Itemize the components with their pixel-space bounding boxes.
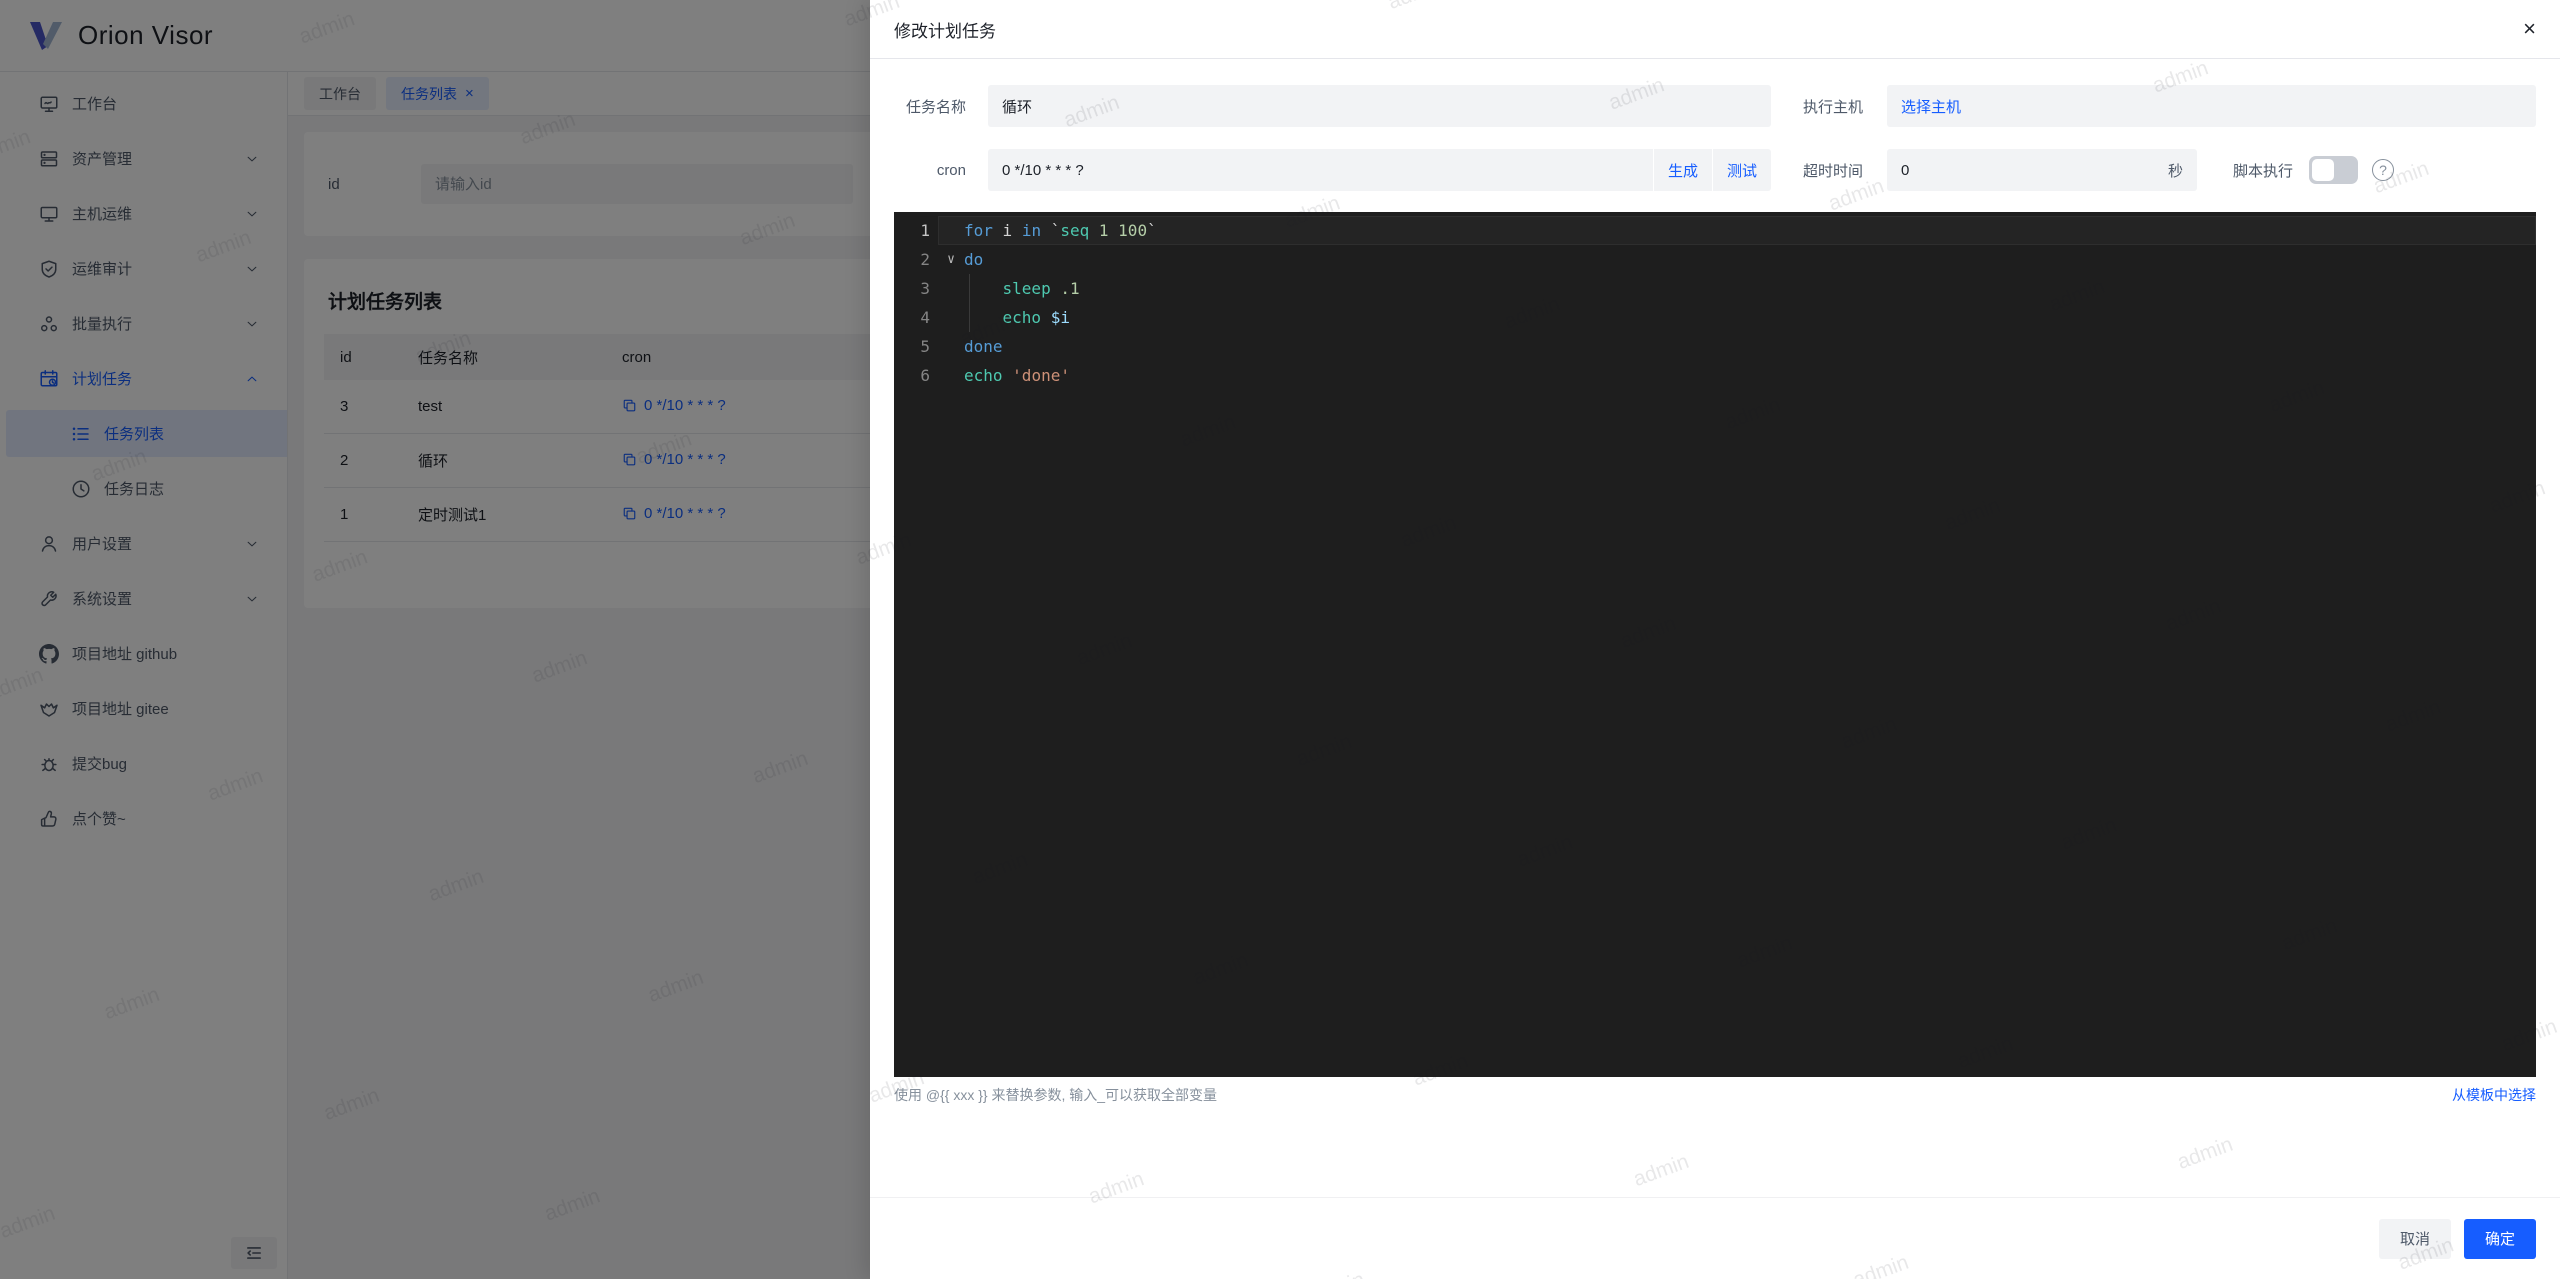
editor-line[interactable]: 2 ∨ do [894, 245, 2536, 274]
line-number: 5 [920, 337, 930, 356]
indent-guide [969, 274, 970, 332]
drawer-title: 修改计划任务 [894, 21, 996, 41]
timeout-input-box: 秒 [1887, 149, 2197, 191]
editor-line[interactable]: 6 echo 'done' [894, 361, 2536, 390]
cron-label: cron [936, 161, 966, 179]
line-number: 4 [920, 308, 930, 327]
switch-knob [2312, 159, 2335, 181]
timeout-input[interactable] [1887, 149, 2168, 191]
code-editor-lines: 1 for i in `seq 1 100` 2 ∨ do 3 sleep .1 4 ech… [894, 216, 2536, 390]
cron-generate-button[interactable]: 生成 [1653, 149, 1712, 191]
cron-input-group: 生成 测试 [988, 149, 1771, 191]
exec-host-label: 执行主机 [1802, 98, 1863, 116]
task-name-label: 任务名称 [905, 98, 966, 116]
task-name-input[interactable] [988, 85, 1771, 127]
select-from-template-link[interactable]: 从模板中选择 [2452, 1085, 2536, 1105]
fold-gutter [938, 332, 964, 361]
fold-gutter [938, 303, 964, 332]
fold-gutter [938, 274, 964, 303]
cron-input[interactable] [988, 149, 1653, 191]
select-host-link[interactable]: 选择主机 [1901, 96, 1961, 117]
code-text: do [964, 250, 984, 269]
confirm-button[interactable]: 确定 [2463, 1218, 2536, 1259]
cancel-button[interactable]: 取消 [2378, 1218, 2451, 1259]
code-text: echo $i [1002, 308, 1070, 327]
code-text: for i in `seq 1 100` [964, 221, 1157, 240]
drawer-body: 任务名称 执行主机 选择主机 cron 生成 测试 超时时间 秒 脚本执行 [870, 59, 2560, 1197]
param-hint-text: 使用 @{{ xxx }} 来替换参数, 输入_可以获取全部变量 [894, 1087, 1218, 1103]
fold-chevron-icon[interactable]: ∨ [938, 245, 964, 274]
drawer-header: 修改计划任务 × [870, 0, 2560, 59]
form-row-1: 任务名称 执行主机 选择主机 [894, 85, 2536, 127]
line-number: 1 [920, 221, 930, 240]
code-text: done [964, 337, 1003, 356]
line-number: 3 [920, 279, 930, 298]
code-text: echo 'done' [964, 366, 1070, 385]
script-exec-label: 脚本执行 [2233, 162, 2294, 180]
editor-line[interactable]: 4 echo $i [894, 303, 2536, 332]
help-icon[interactable]: ? [2372, 159, 2395, 181]
close-icon[interactable]: × [2523, 18, 2536, 40]
editor-line[interactable]: 1 for i in `seq 1 100` [894, 216, 2536, 245]
edit-task-drawer: 修改计划任务 × 任务名称 执行主机 选择主机 cron 生成 测试 超时时间 … [870, 0, 2560, 1279]
code-text: sleep .1 [1002, 279, 1080, 298]
host-select-box: 选择主机 [1887, 85, 2536, 127]
editor-line[interactable]: 5 done [894, 332, 2536, 361]
fold-gutter [938, 361, 964, 390]
editor-line[interactable]: 3 sleep .1 [894, 274, 2536, 303]
form-row-2: cron 生成 测试 超时时间 秒 脚本执行 ? [894, 149, 2536, 191]
editor-hint-row: 使用 @{{ xxx }} 来替换参数, 输入_可以获取全部变量 从模板中选择 [894, 1077, 2536, 1113]
fold-gutter [938, 216, 964, 245]
drawer-footer: 取消 确定 [870, 1197, 2560, 1279]
timeout-label: 超时时间 [1802, 162, 1863, 180]
script-exec-switch[interactable] [2309, 156, 2359, 184]
line-number: 2 [920, 250, 930, 269]
cron-test-button[interactable]: 测试 [1712, 149, 1771, 191]
line-number: 6 [920, 366, 930, 385]
code-editor[interactable]: 1 for i in `seq 1 100` 2 ∨ do 3 sleep .1 4 ech… [894, 212, 2536, 1077]
timeout-unit: 秒 [2167, 162, 2183, 180]
